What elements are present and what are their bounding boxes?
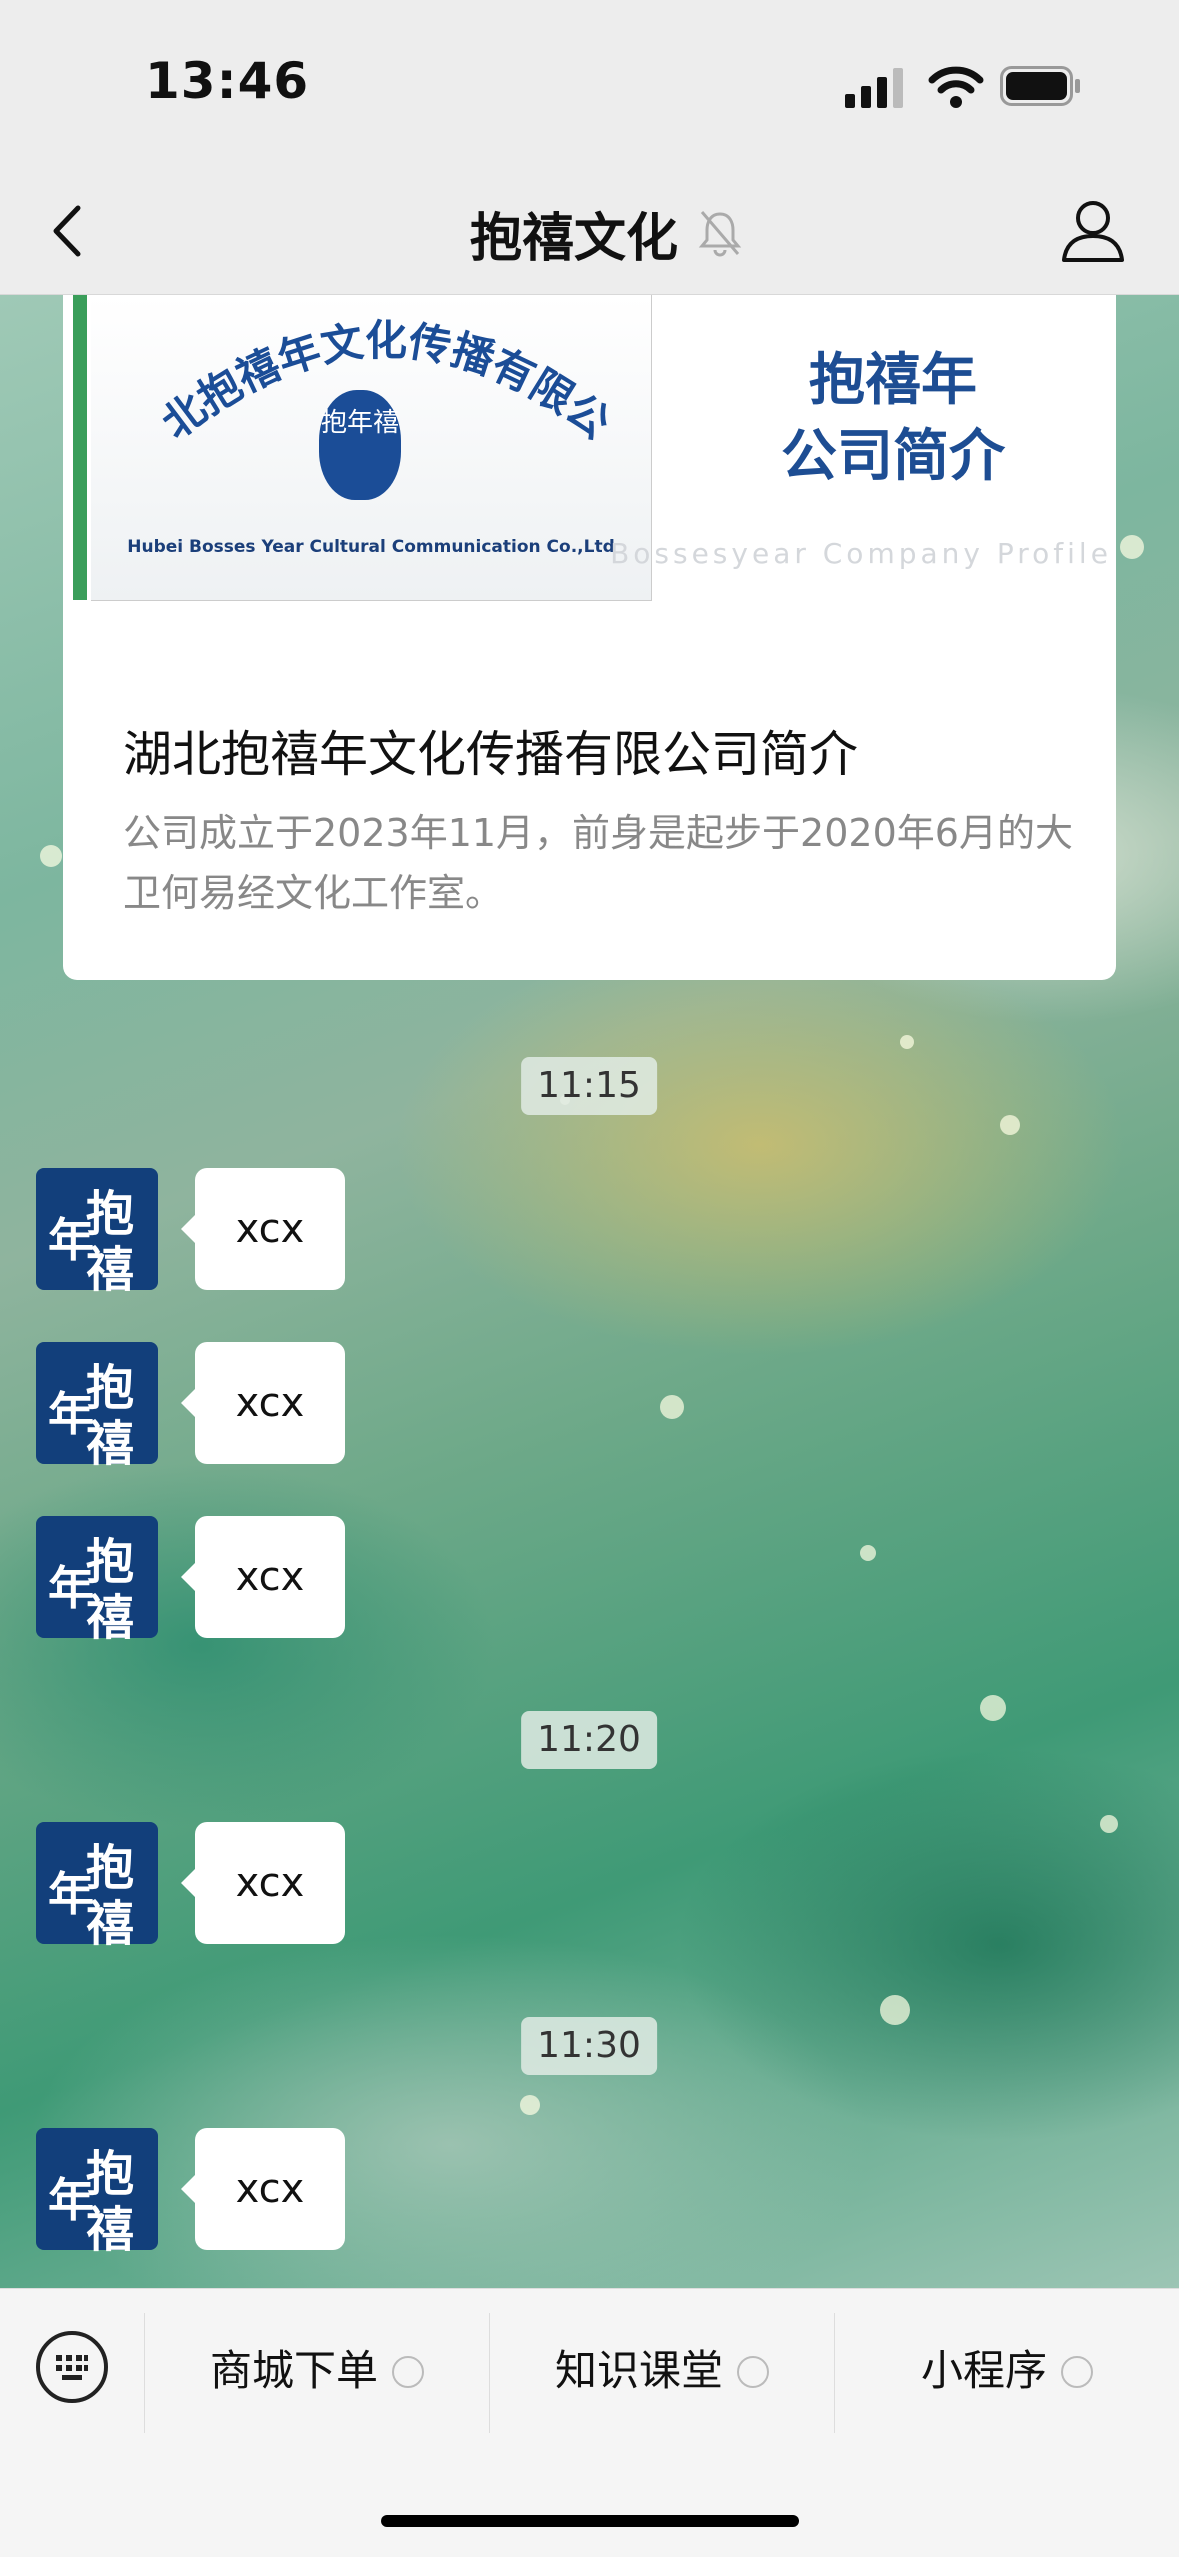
article-cover-image: 湖北抱禧年文化传播有限公司 抱年禧 Hubei Bosses Year Cult… [63,295,1116,605]
timestamp: 11:20 [521,1711,657,1769]
sparkle [880,1995,910,2025]
status-bar: 13:46 [0,0,1179,170]
link-icon [1061,2355,1093,2388]
message-row: 抱 年 禧 xcx [36,1516,536,1646]
home-indicator[interactable] [381,2515,799,2527]
timestamp: 11:30 [521,2017,657,2075]
sparkle [1000,1115,1020,1135]
message-bubble[interactable]: xcx [181,1168,345,1290]
avatar-char: 禧 [86,2202,135,2258]
message-bubble[interactable]: xcx [181,1822,345,1944]
cellular-signal-icon [845,68,903,108]
menu-item-mini-program[interactable]: 小程序 [835,2331,1179,2411]
avatar-char: 禧 [86,1242,135,1298]
sparkle [660,1395,684,1419]
sparkle [40,845,62,867]
message-row: 抱 年 禧 xcx [36,1168,536,1298]
wifi-icon [928,66,984,108]
logo-seal: 抱年禧 [319,390,401,500]
menu-item-label: 知识课堂 [554,2346,723,2395]
cover-accent-stripe [73,295,87,600]
sender-avatar[interactable]: 抱 年 禧 [36,1822,158,1952]
profile-icon[interactable] [1058,196,1128,266]
back-icon[interactable] [42,198,96,264]
cover-heading-line2: 公司简介 [781,424,1005,489]
message-row: 抱 年 禧 xcx [36,1822,536,1952]
message-row: 抱 年 禧 xcx [36,1342,536,1472]
title-group: 抱禧文化 [470,196,678,271]
menu-item-knowledge-class[interactable]: 知识课堂 [490,2331,834,2411]
avatar-char: 禧 [86,1416,135,1472]
chat-title: 抱禧文化 [470,209,679,269]
message-row: 抱 年 禧 xcx [36,2128,536,2258]
sender-avatar[interactable]: 抱 年 禧 [36,1168,158,1298]
sparkle [1120,535,1144,559]
cover-subheading: Bossesyear Company Profile [610,537,1112,570]
chat-header: 抱禧文化 [0,170,1179,295]
sender-avatar[interactable]: 抱 年 禧 [36,1342,158,1472]
seal-text: 抱年禧 [320,408,399,438]
logo-english-name: Hubei Bosses Year Cultural Communication… [127,537,615,557]
chat-area[interactable]: 湖北抱禧年文化传播有限公司 抱年禧 Hubei Bosses Year Cult… [0,295,1179,2288]
message-bubble[interactable]: xcx [181,2128,345,2250]
article-title: 湖北抱禧年文化传播有限公司简介 [123,726,859,783]
muted-bell-icon [698,211,742,257]
sparkle [980,1695,1006,1721]
article-description: 公司成立于2023年11月，前身是起步于2020年6月的大卫何易经文化工作室。 [123,811,1073,915]
menu-item-label: 商城下单 [209,2346,378,2395]
avatar-char: 禧 [86,1896,135,1952]
cover-heading: 抱禧年 公司简介 [683,343,1103,495]
sparkle [860,1545,876,1561]
link-icon [392,2355,424,2388]
sparkle [900,1035,914,1049]
menu-item-shop-order[interactable]: 商城下单 [145,2331,489,2411]
sparkle [1100,1815,1118,1833]
cover-heading-line1: 抱禧年 [809,348,977,413]
menu-item-label: 小程序 [920,2346,1047,2395]
status-time: 13:46 [145,52,310,110]
message-bubble[interactable]: xcx [181,1516,345,1638]
article-card[interactable]: 湖北抱禧年文化传播有限公司 抱年禧 Hubei Bosses Year Cult… [63,295,1116,980]
company-logo: 湖北抱禧年文化传播有限公司 抱年禧 Hubei Bosses Year Cult… [91,295,652,601]
sender-avatar[interactable]: 抱 年 禧 [36,2128,158,2258]
link-icon [737,2355,769,2388]
message-bubble[interactable]: xcx [181,1342,345,1464]
sender-avatar[interactable]: 抱 年 禧 [36,1516,158,1646]
battery-icon [1000,66,1080,106]
sparkle [520,2095,540,2115]
timestamp: 11:15 [521,1057,657,1115]
avatar-char: 禧 [86,1590,135,1646]
keyboard-toggle-icon[interactable] [36,2331,108,2403]
